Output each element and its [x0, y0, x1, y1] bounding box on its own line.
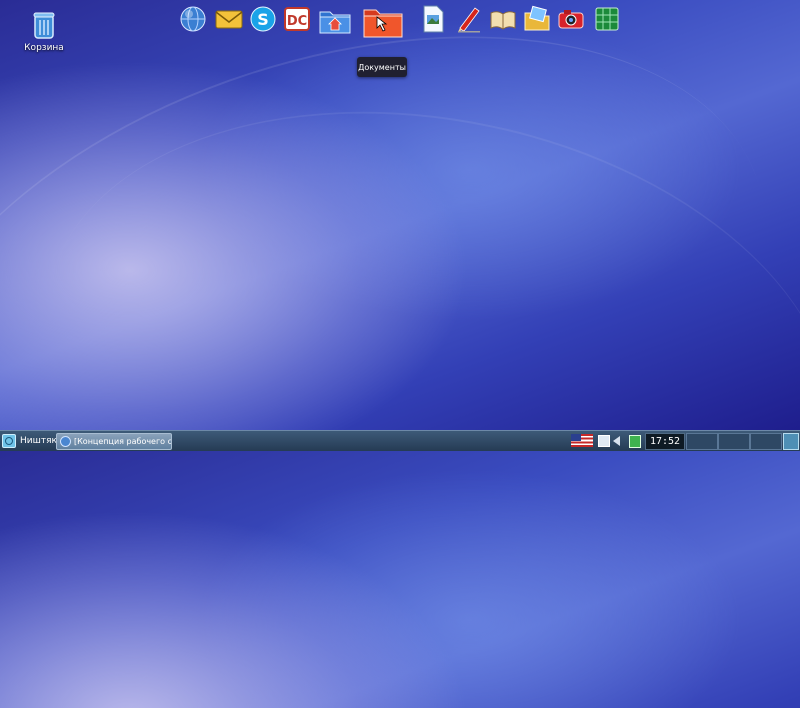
globe-browser-icon[interactable] — [178, 4, 208, 36]
taskbar: Ништяки [Концепция рабочего стол... 17:5… — [0, 430, 800, 451]
mail-icon[interactable] — [214, 4, 244, 36]
svg-text:S: S — [257, 10, 269, 29]
workspace-3[interactable] — [750, 433, 782, 450]
spreadsheet-icon[interactable] — [592, 4, 622, 36]
dock-tooltip: Документы — [357, 57, 407, 77]
desktop-icon-label: Корзина — [24, 43, 64, 53]
workspace-2[interactable] — [718, 433, 750, 450]
start-menu-button[interactable]: Ништяки — [2, 433, 63, 449]
desktop-icon-trash[interactable]: Корзина — [20, 10, 68, 53]
window-app-icon — [60, 436, 71, 447]
us-flag-icon[interactable] — [571, 434, 593, 447]
photo-folder-icon[interactable] — [522, 4, 552, 36]
taskbar-window-label: [Концепция рабочего стол... — [74, 437, 172, 446]
volume-icon[interactable] — [613, 436, 620, 446]
trash-bin-icon — [31, 10, 57, 40]
dictionary-book-icon[interactable] — [488, 4, 518, 36]
show-desktop-button[interactable] — [783, 433, 799, 450]
network-icon[interactable] — [598, 435, 610, 447]
camera-icon[interactable] — [556, 4, 586, 36]
taskbar-window-button[interactable]: [Концепция рабочего стол... — [56, 433, 172, 450]
svg-text:DC: DC — [287, 14, 307, 29]
dc-filemanager-icon[interactable]: DC — [282, 4, 312, 36]
image-viewer-icon[interactable] — [418, 4, 448, 36]
text-editor-icon[interactable] — [454, 4, 484, 36]
clock[interactable]: 17:52 — [645, 433, 685, 450]
start-menu-icon — [2, 434, 16, 448]
skype-icon[interactable]: S — [248, 4, 278, 36]
workspace-1[interactable] — [686, 433, 718, 450]
documents-folder-icon[interactable] — [362, 2, 404, 40]
battery-icon[interactable] — [629, 435, 641, 448]
home-folder-icon[interactable] — [318, 4, 352, 36]
